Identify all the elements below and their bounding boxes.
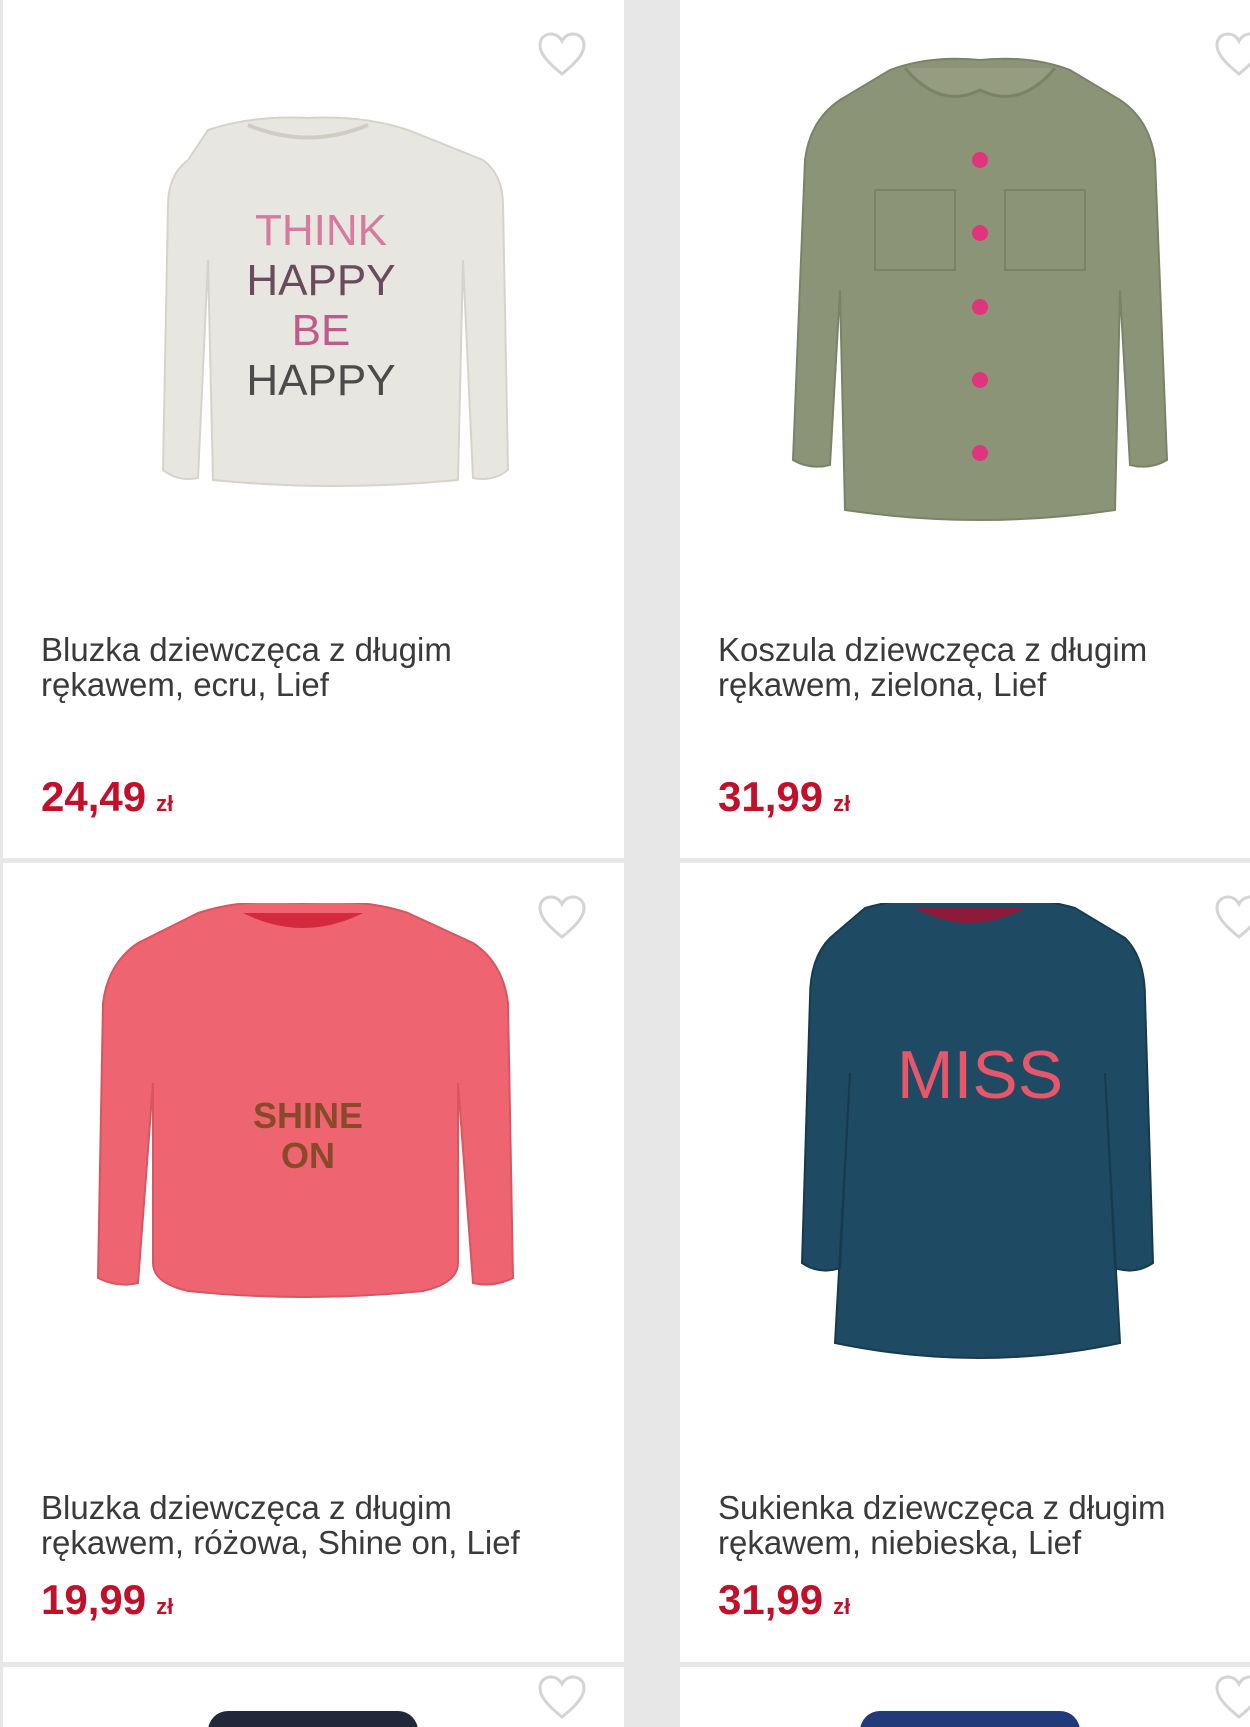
heart-outline-icon[interactable] bbox=[536, 1673, 588, 1721]
image-text-line: HAPPY bbox=[246, 256, 395, 305]
price-currency: zł bbox=[833, 791, 851, 816]
price-currency: zł bbox=[833, 1594, 851, 1619]
product-image-partial[interactable] bbox=[860, 1711, 1080, 1727]
image-text-line: BE bbox=[292, 306, 351, 355]
product-image-partial[interactable] bbox=[208, 1711, 418, 1727]
product-image[interactable] bbox=[680, 40, 1250, 570]
product-title[interactable]: Bluzka dziewczęca z długim rękawem, ecru… bbox=[41, 632, 604, 702]
product-grid: THINK HAPPY BE HAPPY Bluzka dziewczęca z… bbox=[0, 0, 1250, 1727]
image-text-line: SHINE bbox=[253, 1095, 363, 1136]
product-image[interactable]: THINK HAPPY BE HAPPY bbox=[3, 40, 624, 570]
product-image[interactable]: MISS bbox=[680, 896, 1250, 1383]
image-text-line: THINK bbox=[255, 206, 387, 255]
price-value: 24,49 bbox=[41, 773, 147, 820]
product-card[interactable]: SHINE ON Bluzka dziewczęca z długim ręka… bbox=[3, 863, 624, 1662]
image-text-line: HAPPY bbox=[246, 356, 395, 405]
price-value: 31,99 bbox=[718, 1576, 824, 1623]
heart-outline-icon[interactable] bbox=[1213, 1673, 1250, 1721]
product-image[interactable]: SHINE ON bbox=[3, 900, 624, 1383]
product-price: 31,99 zł bbox=[718, 773, 850, 821]
price-value: 31,99 bbox=[718, 773, 824, 820]
image-text-line: MISS bbox=[897, 1037, 1063, 1113]
product-card[interactable] bbox=[680, 1667, 1250, 1727]
product-card[interactable]: THINK HAPPY BE HAPPY Bluzka dziewczęca z… bbox=[3, 0, 624, 858]
product-card[interactable]: MISS Sukienka dziewczęca z długim rękawe… bbox=[680, 863, 1250, 1662]
price-currency: zł bbox=[156, 1594, 174, 1619]
product-price: 31,99 zł bbox=[718, 1576, 850, 1624]
price-value: 19,99 bbox=[41, 1576, 147, 1623]
product-card[interactable]: Koszula dziewczęca z długim rękawem, zie… bbox=[680, 0, 1250, 858]
product-price: 24,49 zł bbox=[41, 773, 173, 821]
price-currency: zł bbox=[156, 791, 174, 816]
product-title[interactable]: Bluzka dziewczęca z długim rękawem, różo… bbox=[41, 1490, 604, 1560]
product-price: 19,99 zł bbox=[41, 1576, 173, 1624]
image-text-line: ON bbox=[281, 1135, 335, 1176]
product-title[interactable]: Sukienka dziewczęca z długim rękawem, ni… bbox=[718, 1490, 1230, 1560]
product-card[interactable] bbox=[3, 1667, 624, 1727]
product-title[interactable]: Koszula dziewczęca z długim rękawem, zie… bbox=[718, 632, 1230, 702]
